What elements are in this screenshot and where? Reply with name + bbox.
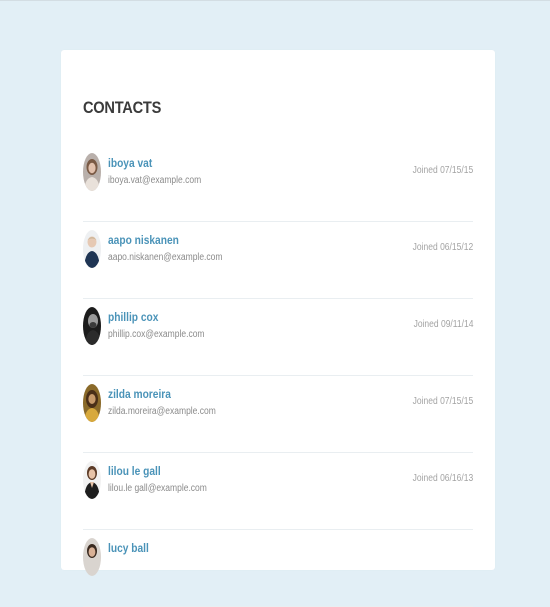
contact-row[interactable]: phillip cox phillip.cox@example.com Join…: [83, 299, 473, 376]
contact-row[interactable]: lilou le gall lilou.le gall@example.com …: [83, 453, 473, 530]
contact-name-link[interactable]: zilda moreira: [108, 387, 171, 401]
contact-name-link[interactable]: aapo niskanen: [108, 233, 179, 247]
contact-email: iboya.vat@example.com: [108, 175, 202, 186]
person-avatar-icon: [83, 384, 101, 422]
person-avatar-icon: [83, 461, 101, 499]
person-avatar-icon: [83, 230, 101, 268]
contact-email: aapo.niskanen@example.com: [108, 252, 223, 263]
top-border: [0, 0, 550, 1]
contact-joined-date: Joined 09/11/14: [413, 319, 473, 330]
contacts-card: CONTACTS iboya vat iboya.vat@example.com…: [61, 50, 495, 607]
page-title: CONTACTS: [83, 98, 162, 117]
contact-row[interactable]: zilda moreira zilda.moreira@example.com …: [83, 376, 473, 453]
contact-row[interactable]: lucy ball: [83, 530, 473, 607]
contact-joined-date: Joined 07/15/15: [412, 165, 473, 176]
contact-name-link[interactable]: lilou le gall: [108, 464, 161, 478]
contact-email: lilou.le gall@example.com: [108, 483, 207, 494]
contact-joined-date: Joined 06/16/13: [412, 473, 473, 484]
contact-email: phillip.cox@example.com: [108, 329, 205, 340]
contact-name-link[interactable]: phillip cox: [108, 310, 158, 324]
contact-email: zilda.moreira@example.com: [108, 406, 216, 417]
contact-row[interactable]: iboya vat iboya.vat@example.com Joined 0…: [83, 145, 473, 222]
person-avatar-icon: [83, 538, 101, 576]
contacts-list: iboya vat iboya.vat@example.com Joined 0…: [83, 145, 473, 607]
person-avatar-icon: [83, 307, 101, 345]
person-avatar-icon: [83, 153, 101, 191]
contact-name-link[interactable]: lucy ball: [108, 541, 149, 555]
contact-joined-date: Joined 06/15/12: [412, 242, 473, 253]
contact-joined-date: Joined 07/15/15: [412, 396, 473, 407]
contact-name-link[interactable]: iboya vat: [108, 156, 152, 170]
contact-row[interactable]: aapo niskanen aapo.niskanen@example.com …: [83, 222, 473, 299]
